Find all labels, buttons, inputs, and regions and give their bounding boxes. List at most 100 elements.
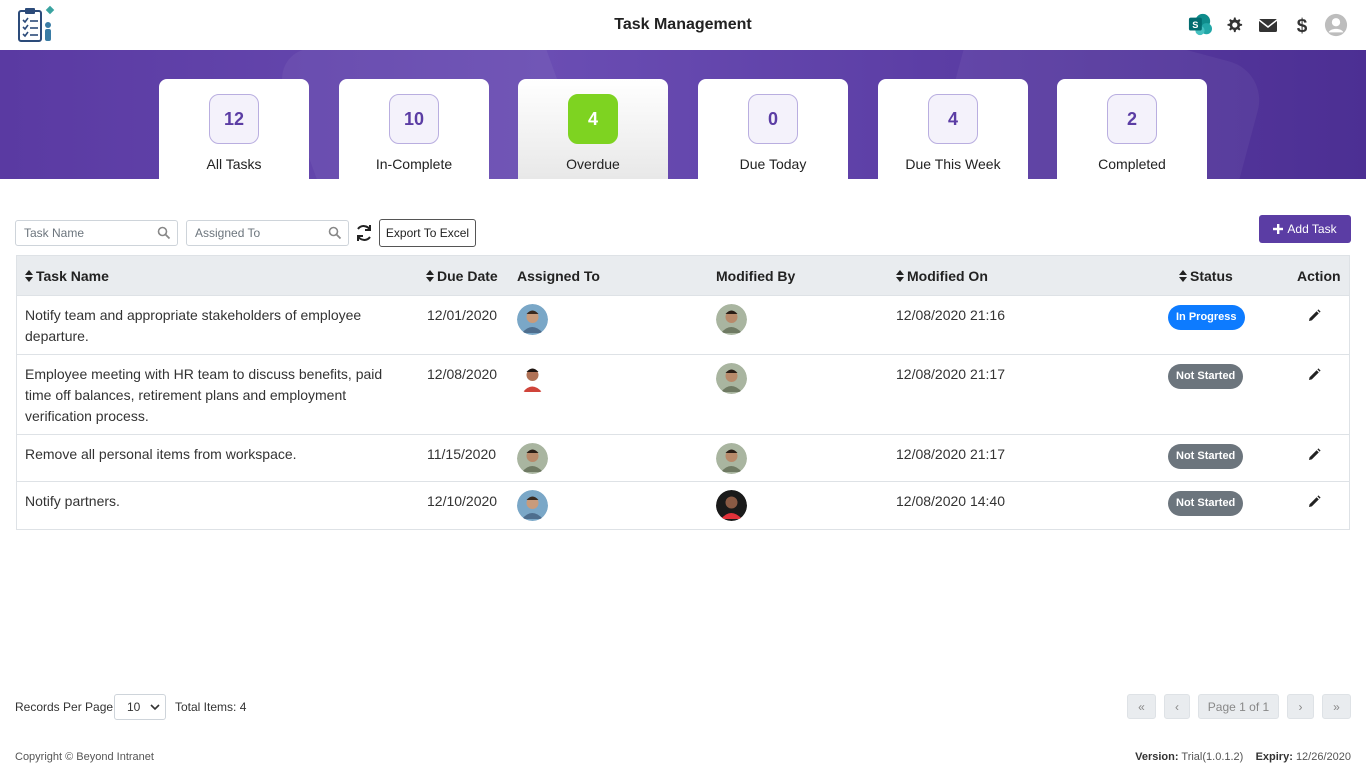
expiry-value: 12/26/2020: [1295, 751, 1351, 763]
modified-on-cell: 12/08/2020 21:17: [896, 366, 1005, 382]
col-modified-on[interactable]: Modified On: [896, 268, 988, 284]
col-label: Status: [1190, 268, 1233, 284]
col-label: Modified By: [716, 268, 796, 284]
task-name-cell: Notify team and appropriate stakeholders…: [25, 307, 362, 344]
sort-icon: [25, 270, 33, 282]
task-table: Task Name Due Date Assigned To Modified …: [16, 255, 1350, 530]
table-row: Notify team and appropriate stakeholders…: [17, 296, 1349, 355]
add-task-button[interactable]: Add Task: [1259, 215, 1351, 243]
table-row: Employee meeting with HR team to discuss…: [17, 355, 1349, 435]
version-info: Version: Trial(1.0.1.2) Expiry: 12/26/20…: [1135, 751, 1351, 763]
svg-text:$: $: [1297, 16, 1308, 35]
col-task-name[interactable]: Task Name: [25, 268, 109, 284]
edit-icon[interactable]: [1307, 447, 1321, 468]
search-icon[interactable]: [157, 226, 171, 240]
modified-on-cell: 12/08/2020 21:16: [896, 307, 1005, 323]
dollar-icon[interactable]: $: [1290, 12, 1314, 38]
records-per-page-value: 10: [127, 700, 141, 714]
assigned-to-search: [186, 220, 349, 246]
gear-icon[interactable]: [1222, 12, 1246, 38]
svg-text:S: S: [1192, 20, 1198, 30]
sort-icon: [1179, 270, 1187, 282]
tile-due-today[interactable]: 0 Due Today: [698, 79, 848, 179]
task-name-search: [15, 220, 178, 246]
version-label: Version:: [1135, 751, 1179, 763]
table-row: Remove all personal items from workspace…: [17, 435, 1349, 482]
col-status[interactable]: Status: [1179, 268, 1233, 284]
due-date-cell: 12/01/2020: [427, 307, 498, 323]
plus-icon: [1273, 224, 1284, 234]
page-info: Page 1 of 1: [1198, 694, 1279, 719]
tile-count: 4: [568, 94, 618, 144]
due-date-cell: 11/15/2020: [427, 446, 497, 462]
task-name-cell: Remove all personal items from workspace…: [25, 446, 297, 462]
col-assigned-to: Assigned To: [517, 268, 600, 284]
tile-overdue[interactable]: 4 Overdue: [518, 79, 668, 179]
col-label: Assigned To: [517, 268, 600, 284]
tile-count: 4: [928, 94, 978, 144]
status-badge-label: Not Started: [1168, 444, 1244, 469]
tile-label: All Tasks: [206, 156, 262, 172]
due-date-cell: 12/08/2020: [427, 366, 498, 382]
records-per-page-select[interactable]: 10: [114, 694, 166, 720]
status-badge-label: Not Started: [1168, 491, 1244, 516]
table-row: Notify partners. 12/10/2020 12/08/2020 1…: [17, 482, 1349, 529]
modified-by-avatar: [716, 490, 747, 521]
col-action: Action: [1297, 268, 1341, 284]
export-to-excel-button[interactable]: Export To Excel: [379, 219, 476, 247]
modified-on-cell: 12/08/2020 14:40: [896, 493, 1005, 509]
col-label: Action: [1297, 268, 1341, 284]
tile-count: 0: [748, 94, 798, 144]
modified-by-avatar: [716, 363, 747, 394]
tile-count: 12: [209, 94, 259, 144]
total-items: Total Items: 4: [175, 700, 247, 714]
sharepoint-icon[interactable]: S: [1188, 12, 1212, 38]
next-page-button[interactable]: ›: [1287, 694, 1314, 719]
tile-all-tasks[interactable]: 12 All Tasks: [159, 79, 309, 179]
sort-icon: [426, 270, 434, 282]
task-name-cell: Notify partners.: [25, 493, 120, 509]
col-modified-by: Modified By: [716, 268, 795, 284]
col-label: Task Name: [36, 268, 109, 284]
sort-icon: [896, 270, 904, 282]
tile-count: 10: [389, 94, 439, 144]
tile-label: Due This Week: [905, 156, 1001, 172]
assigned-to-avatar: [517, 490, 548, 521]
expiry-label: Expiry:: [1255, 751, 1293, 763]
page-title: Task Management: [614, 16, 752, 33]
task-name-cell: Employee meeting with HR team to discuss…: [25, 366, 383, 424]
status-badge: Not Started: [1168, 364, 1244, 389]
tile-count: 2: [1107, 94, 1157, 144]
tile-label: In-Complete: [375, 156, 453, 172]
due-date-cell: 12/10/2020: [427, 493, 498, 509]
prev-page-button[interactable]: ‹: [1164, 694, 1190, 719]
edit-icon[interactable]: [1307, 367, 1321, 388]
tile-due-this-week[interactable]: 4 Due This Week: [878, 79, 1028, 179]
tile-in-complete[interactable]: 10 In-Complete: [339, 79, 489, 179]
tile-label: Completed: [1098, 156, 1166, 172]
last-page-button[interactable]: »: [1322, 694, 1351, 719]
status-badge: Not Started: [1168, 444, 1244, 469]
user-avatar-icon[interactable]: [1324, 12, 1348, 38]
status-badge: In Progress: [1168, 305, 1245, 330]
col-label: Modified On: [907, 268, 988, 284]
edit-icon[interactable]: [1307, 308, 1321, 329]
col-due-date[interactable]: Due Date: [426, 268, 498, 284]
table-header: Task Name Due Date Assigned To Modified …: [17, 256, 1349, 296]
assigned-to-input[interactable]: [187, 221, 317, 245]
search-icon[interactable]: [328, 226, 342, 240]
modified-by-avatar: [716, 304, 747, 335]
chevron-down-icon: [150, 704, 160, 711]
modified-on-cell: 12/08/2020 21:17: [896, 446, 1005, 462]
first-page-button[interactable]: «: [1127, 694, 1156, 719]
tile-completed[interactable]: 2 Completed: [1057, 79, 1207, 179]
envelope-icon[interactable]: [1256, 12, 1280, 38]
edit-icon[interactable]: [1307, 494, 1321, 515]
task-name-input[interactable]: [16, 221, 146, 245]
tile-label: Due Today: [739, 156, 807, 172]
refresh-icon[interactable]: [354, 223, 374, 243]
copyright-text: Copyright © Beyond Intranet: [15, 751, 154, 763]
top-bar: Task Management S $: [0, 0, 1366, 50]
assigned-to-avatar: [517, 304, 548, 335]
status-badge: Not Started: [1168, 491, 1244, 516]
